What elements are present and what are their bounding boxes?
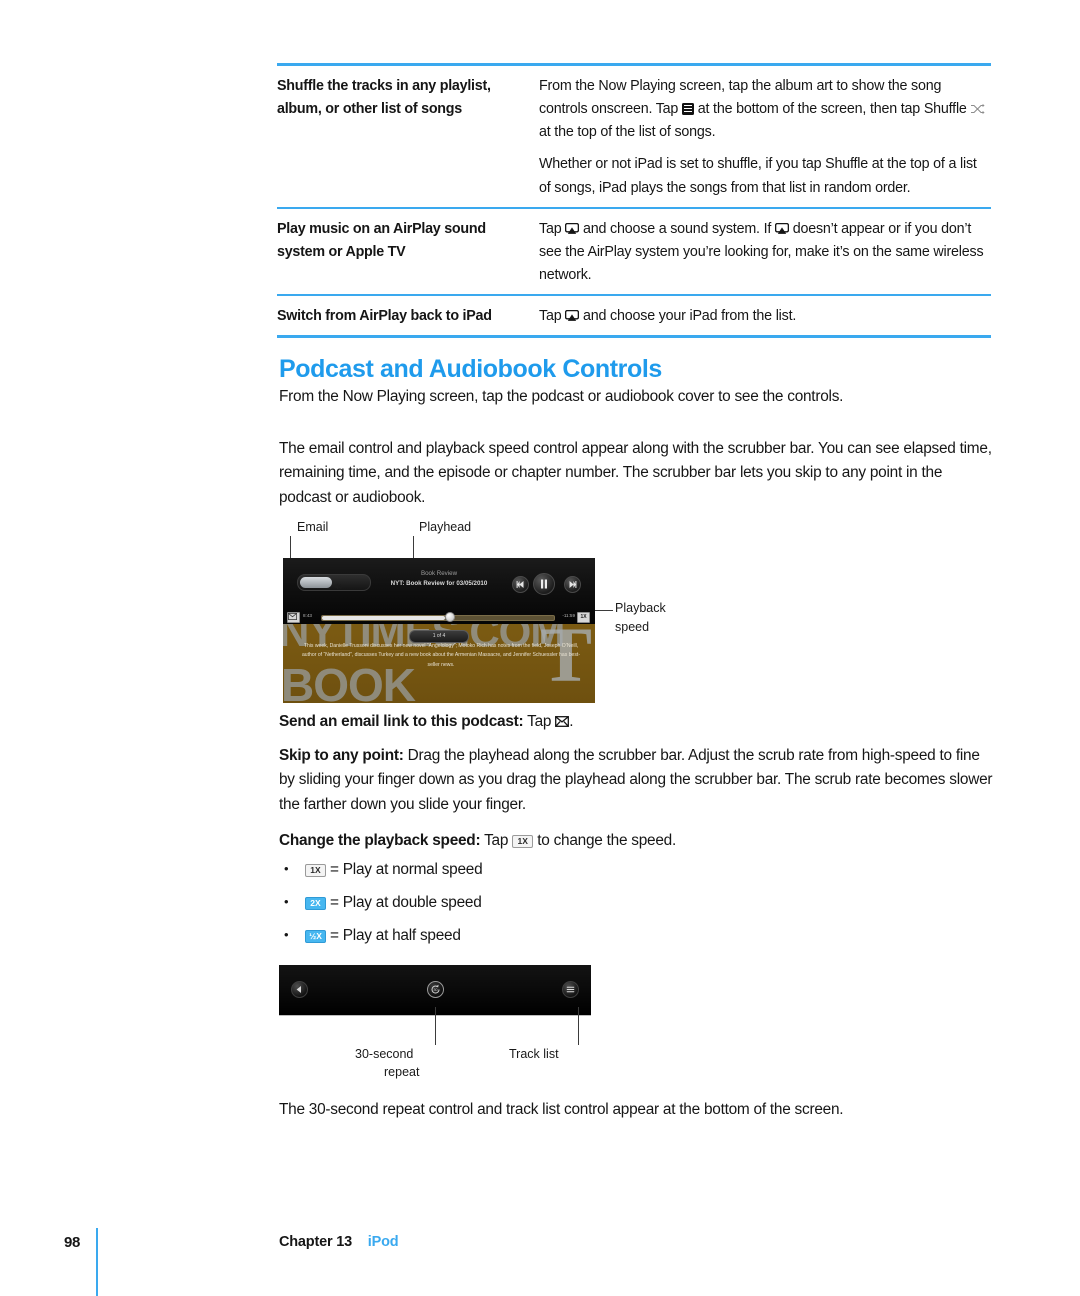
callout-playhead-label: Playhead	[419, 520, 472, 534]
skip-instruction: Skip to any point: Drag the playhead alo…	[279, 744, 993, 817]
step-paragraph: Tap and choose your iPad from the list.	[539, 305, 991, 328]
speed-instruction-text-b: to change the speed.	[537, 832, 676, 849]
list-item: ½X = Play at half speed	[279, 926, 482, 947]
step-text-a: Tap	[539, 220, 562, 237]
svg-text:30: 30	[433, 988, 437, 992]
speed-option-text: = Play at double speed	[330, 893, 482, 911]
email-instruction: Send an email link to this podcast: Tap …	[279, 710, 993, 734]
table-row: Shuffle the tracks in any playlist, albu…	[277, 66, 991, 207]
step-text-b: at the bottom of the screen, then tap Sh…	[697, 101, 967, 118]
scrubber-track[interactable]	[321, 615, 555, 621]
skip-instruction-label: Skip to any point:	[279, 747, 404, 764]
email-icon	[555, 711, 570, 727]
table-cell-steps: Tap and choose a sound system. If doesn’…	[539, 218, 991, 287]
callout-track-list-leader	[578, 1007, 579, 1045]
step-text-c: at the top of the list of songs.	[539, 124, 716, 141]
callout-track-list-label: Track list	[509, 1047, 559, 1061]
remaining-time: -11:59	[562, 613, 575, 618]
speed-chip-1x[interactable]: 1X	[305, 864, 326, 877]
shuffle-icon	[970, 100, 986, 115]
callout-playback-speed-label-2: speed	[615, 620, 650, 634]
cover-blurb-text: This week, Danielle Trussoni discusses h…	[301, 643, 581, 668]
podcast-controls-figure: Email Playhead Playback speed NYTIMES.CO…	[279, 520, 679, 705]
playback-speed-button[interactable]: 1X	[577, 612, 590, 623]
email-button[interactable]	[287, 612, 300, 623]
thirty-second-repeat-button[interactable]: 30	[426, 981, 444, 998]
speed-instruction: Change the playback speed: Tap 1X to cha…	[279, 829, 993, 853]
table-row: Switch from AirPlay back to iPad Tap and…	[277, 296, 991, 335]
speed-options-list: 1X = Play at normal speed 2X = Play at d…	[279, 860, 483, 958]
table-row: Play music on an AirPlay sound system or…	[277, 209, 991, 294]
footer-section-label: iPod	[367, 1234, 399, 1250]
speed-chip-1x-inline[interactable]: 1X	[512, 835, 534, 848]
email-instruction-text-a: Tap	[527, 713, 552, 730]
callout-repeat-label-2: repeat	[384, 1065, 420, 1079]
speed-option-text: = Play at half speed	[330, 926, 461, 944]
table-cell-task: Switch from AirPlay back to iPad	[277, 308, 492, 325]
task-table: Shuffle the tracks in any playlist, albu…	[277, 63, 991, 339]
scrubber-bar-row: 8:43 -11:59 1X	[283, 610, 595, 624]
table-cell-steps: Tap and choose your iPad from the list.	[539, 305, 991, 328]
step-text-a: Tap	[539, 308, 562, 325]
next-track-button[interactable]	[564, 576, 581, 593]
speed-instruction-label: Change the playback speed:	[279, 832, 481, 849]
step-text-b: and choose your iPad from the list.	[583, 308, 797, 325]
callout-playback-speed-label-1: Playback	[615, 601, 666, 615]
callout-repeat-leader	[435, 1007, 436, 1045]
play-pause-button[interactable]	[533, 573, 555, 595]
page-title: Podcast and Audiobook Controls	[279, 355, 662, 383]
list-item: 1X = Play at normal speed	[279, 860, 483, 881]
chapter-indicator: 1 of 4	[409, 630, 469, 643]
podcast-player-screenshot: NYTIMES.COM BOOK T This week, Danielle T…	[283, 558, 595, 703]
intro-paragraph: From the Now Playing screen, tap the pod…	[279, 388, 844, 405]
list-item: 2X = Play at double speed	[279, 893, 482, 914]
track-list-button[interactable]	[562, 981, 579, 998]
footer-chapter-label: Chapter 13	[279, 1234, 352, 1250]
previous-track-button[interactable]	[512, 576, 529, 593]
speed-instruction-text-a: Tap	[484, 832, 509, 849]
step-paragraph: Tap and choose a sound system. If doesn’…	[539, 218, 991, 287]
speed-option-text: = Play at normal speed	[330, 861, 483, 878]
step-paragraph-2: Whether or not iPad is set to shuffle, i…	[539, 156, 977, 196]
callout-email-label: Email	[297, 520, 329, 534]
playback-speed-value: 1X	[580, 614, 587, 620]
airplay-icon	[565, 307, 580, 322]
player-top-bar: Book Review NYT: Book Review for 03/05/2…	[283, 558, 595, 610]
callout-repeat-label-1: 30-second	[355, 1047, 414, 1061]
step-paragraph: From the Now Playing screen, tap the alb…	[539, 75, 991, 144]
footer-chapter: Chapter 13 iPod	[279, 1234, 399, 1250]
scrubber-fill	[322, 616, 445, 620]
back-button[interactable]	[291, 981, 308, 998]
track-list-icon	[681, 103, 694, 116]
step-text-b: and choose a sound system. If	[583, 220, 772, 237]
closing-paragraph: The 30-second repeat control and track l…	[279, 1101, 844, 1118]
manual-page: Shuffle the tracks in any playlist, albu…	[0, 0, 1080, 1296]
table-cell-task: Shuffle the tracks in any playlist, albu…	[277, 78, 491, 118]
elapsed-time: 8:43	[303, 613, 312, 618]
speed-chip-half-x[interactable]: ½X	[305, 929, 326, 943]
chapter-indicator-label: 1 of 4	[432, 633, 446, 639]
airplay-icon	[774, 220, 790, 234]
airplay-icon	[565, 220, 580, 234]
detail-paragraph: The email control and playback speed con…	[279, 440, 992, 506]
bottom-controls-figure: 30 30-second repeat Track list	[279, 965, 679, 1080]
table-bottom-rule	[277, 335, 991, 339]
page-number: 98	[64, 1234, 81, 1251]
footer-accent-rule	[96, 1228, 98, 1296]
email-instruction-label: Send an email link to this podcast:	[279, 713, 524, 730]
table-cell-steps: From the Now Playing screen, tap the alb…	[539, 75, 991, 200]
page-footer: 98 Chapter 13 iPod	[0, 1228, 1080, 1296]
email-instruction-text-b: .	[569, 713, 574, 730]
speed-chip-2x[interactable]: 2X	[305, 896, 326, 910]
table-cell-task: Play music on an AirPlay sound system or…	[277, 220, 486, 260]
